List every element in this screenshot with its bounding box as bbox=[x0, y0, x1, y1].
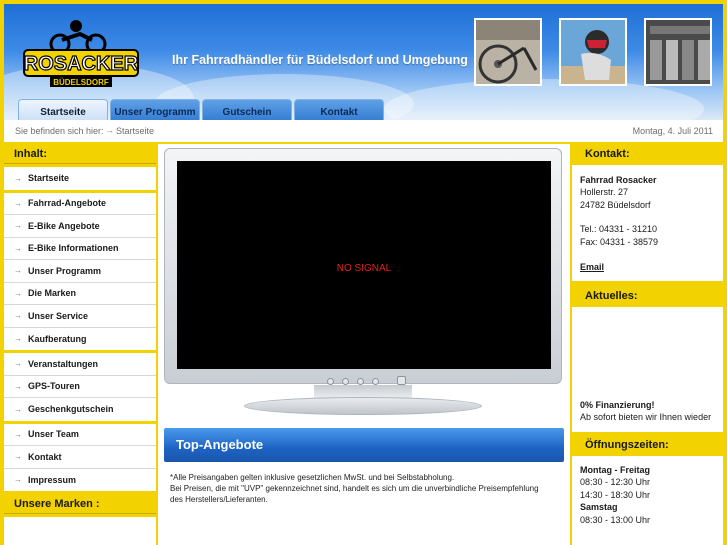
monitor-bezel: NO SIGNAL bbox=[164, 148, 562, 384]
price-note: des Herstellers/Lieferanten. bbox=[170, 495, 268, 504]
arrow-right-icon: → bbox=[14, 404, 22, 414]
brands-title: Unsere Marken : bbox=[4, 494, 156, 514]
news-title: Aktuelles: bbox=[585, 290, 638, 302]
price-note: Bei Preisen, die mit "UVP" gekennzeichne… bbox=[170, 484, 539, 493]
arrow-right-icon: → bbox=[14, 334, 22, 344]
sidebar-item-unser-service[interactable]: → Unser Service bbox=[4, 305, 156, 328]
phone: Tel.: 04331 - 31210 bbox=[580, 224, 658, 235]
current-date: Montag, 4. Juli 2011 bbox=[632, 126, 713, 136]
tab-unser-programm[interactable]: Unser Programm bbox=[110, 99, 200, 120]
breadcrumb: Sie befinden sich hier: → Startseite Mon… bbox=[4, 120, 723, 142]
svg-text:ROSACKER: ROSACKER bbox=[24, 53, 139, 75]
sidebar-item-startseite[interactable]: → Startseite bbox=[4, 167, 156, 190]
arrow-right-icon: → bbox=[14, 288, 22, 298]
arrow-right-icon: → bbox=[14, 429, 22, 439]
rider-photo bbox=[559, 18, 627, 86]
arrow-right-icon: → bbox=[14, 221, 22, 231]
weekday-label: Montag - Freitag bbox=[580, 465, 650, 475]
arrow-right-icon: → bbox=[14, 311, 22, 321]
arrow-right-icon: → bbox=[14, 266, 22, 276]
sidebar-item-veranstaltungen[interactable]: → Veranstaltungen bbox=[4, 353, 156, 376]
logo[interactable]: ROSACKER BÜDELSDORF bbox=[22, 16, 140, 88]
nav-group: → Unser Team → Kontakt → Impressum bbox=[4, 423, 156, 491]
video-monitor: NO SIGNAL bbox=[164, 148, 562, 420]
shop-name: Fahrrad Rosacker bbox=[580, 175, 657, 185]
price-notes: *Alle Preisangaben gelten inklusive gese… bbox=[170, 472, 562, 505]
sidebar-item-kaufberatung[interactable]: → Kaufberatung bbox=[4, 327, 156, 350]
tagline: Ihr Fahrradhändler für Büdelsdorf und Um… bbox=[172, 53, 468, 67]
city: 24782 Büdelsdorf bbox=[580, 199, 651, 210]
nav-group: → Veranstaltungen → GPS-Touren → Geschenkgu… bbox=[4, 353, 156, 421]
hours-box: Montag - Freitag 08:30 - 12:30 Uhr 14:30… bbox=[572, 456, 723, 545]
monitor-stand bbox=[244, 397, 482, 415]
sidebar-item-unser-team[interactable]: → Unser Team bbox=[4, 423, 156, 446]
section-title: Top-Angebote bbox=[164, 428, 564, 462]
sidebar-item-gps-touren[interactable]: → GPS-Touren bbox=[4, 375, 156, 398]
monitor-button bbox=[327, 378, 334, 385]
breadcrumb-label: Sie befinden sich hier: bbox=[15, 126, 104, 136]
fax: Fax: 04331 - 38579 bbox=[580, 236, 659, 247]
sidebar-item-e-bike-informationen[interactable]: → E-Bike Informationen bbox=[4, 237, 156, 260]
arrow-right-icon: → bbox=[14, 381, 22, 391]
contact-box: Fahrrad Rosacker Hollerstr. 27 24782 Büd… bbox=[572, 165, 723, 281]
news-box: 0% Finanzierung! Ab sofort bieten wir Ih… bbox=[572, 307, 723, 432]
brands-box bbox=[4, 517, 156, 545]
monitor-button bbox=[372, 378, 379, 385]
nav-group: → Startseite bbox=[4, 167, 156, 190]
price-note: *Alle Preisangaben gelten inklusive gese… bbox=[170, 473, 455, 482]
sidebar-item-unser-programm[interactable]: → Unser Programm bbox=[4, 260, 156, 283]
power-icon bbox=[397, 376, 406, 385]
sidebar-item-e-bike-angebote[interactable]: → E-Bike Angebote bbox=[4, 215, 156, 238]
email-link[interactable]: Email bbox=[580, 261, 715, 273]
tab-gutschein[interactable]: Gutschein bbox=[202, 99, 292, 120]
weekday-morning: 08:30 - 12:30 Uhr bbox=[580, 477, 651, 488]
sidebar: Inhalt: → Startseite → Fahrrad-Angebote → E… bbox=[4, 144, 156, 545]
svg-text:BÜDELSDORF: BÜDELSDORF bbox=[53, 78, 109, 87]
saturday-hours: 08:30 - 13:00 Uhr bbox=[580, 514, 651, 525]
monitor-screen[interactable]: NO SIGNAL bbox=[177, 161, 551, 369]
main-tabs: Startseite Unser Programm Gutschein Kont… bbox=[18, 99, 384, 120]
monitor-button bbox=[357, 378, 364, 385]
bike-photo bbox=[474, 18, 542, 86]
street: Hollerstr. 27 bbox=[580, 187, 629, 198]
sidebar-item-kontakt[interactable]: → Kontakt bbox=[4, 446, 156, 469]
tab-startseite[interactable]: Startseite bbox=[18, 99, 108, 120]
monitor-button bbox=[342, 378, 349, 385]
arrow-right-icon: → bbox=[14, 198, 22, 208]
breadcrumb-current[interactable]: Startseite bbox=[116, 126, 154, 136]
no-signal-text: NO SIGNAL bbox=[336, 263, 392, 274]
arrow-right-icon: → bbox=[14, 173, 22, 183]
arrow-right-icon: → bbox=[14, 475, 22, 485]
arrow-right-icon: → bbox=[14, 452, 22, 462]
sidebar-item-fahrrad-angebote[interactable]: → Fahrrad-Angebote bbox=[4, 192, 156, 215]
right-sidebar: Kontakt: Fahrrad Rosacker Hollerstr. 27 … bbox=[572, 144, 723, 545]
sidebar-title: Inhalt: bbox=[4, 144, 156, 164]
page: ROSACKER BÜDELSDORF Ihr Fahrradhändler f… bbox=[0, 0, 727, 545]
arrow-right-icon: → bbox=[105, 125, 114, 135]
arrow-right-icon: → bbox=[14, 359, 22, 369]
header-banner: ROSACKER BÜDELSDORF Ihr Fahrradhändler f… bbox=[4, 4, 723, 120]
saturday-label: Samstag bbox=[580, 502, 618, 513]
tab-kontakt[interactable]: Kontakt bbox=[294, 99, 384, 120]
hours-title: Öffnungszeiten: bbox=[585, 439, 669, 451]
weekday-afternoon: 14:30 - 18:30 Uhr bbox=[580, 489, 651, 500]
sidebar-item-geschenkgutschein[interactable]: → Geschenkgutschein bbox=[4, 398, 156, 421]
sidebar-item-die-marken[interactable]: → Die Marken bbox=[4, 282, 156, 305]
news-text: Ab sofort bieten wir Ihnen wieder bbox=[580, 412, 712, 423]
nav-group: → Fahrrad-Angebote → E-Bike Angebote → E-Bi… bbox=[4, 192, 156, 350]
news-headline[interactable]: 0% Finanzierung! bbox=[580, 399, 715, 411]
shop-photo bbox=[644, 18, 712, 86]
arrow-right-icon: → bbox=[14, 243, 22, 253]
sidebar-item-impressum[interactable]: → Impressum bbox=[4, 468, 156, 491]
contact-title: Kontakt: bbox=[585, 148, 630, 160]
main-content: NO SIGNAL Top-Angebote *Alle Preisangabe… bbox=[158, 144, 570, 545]
